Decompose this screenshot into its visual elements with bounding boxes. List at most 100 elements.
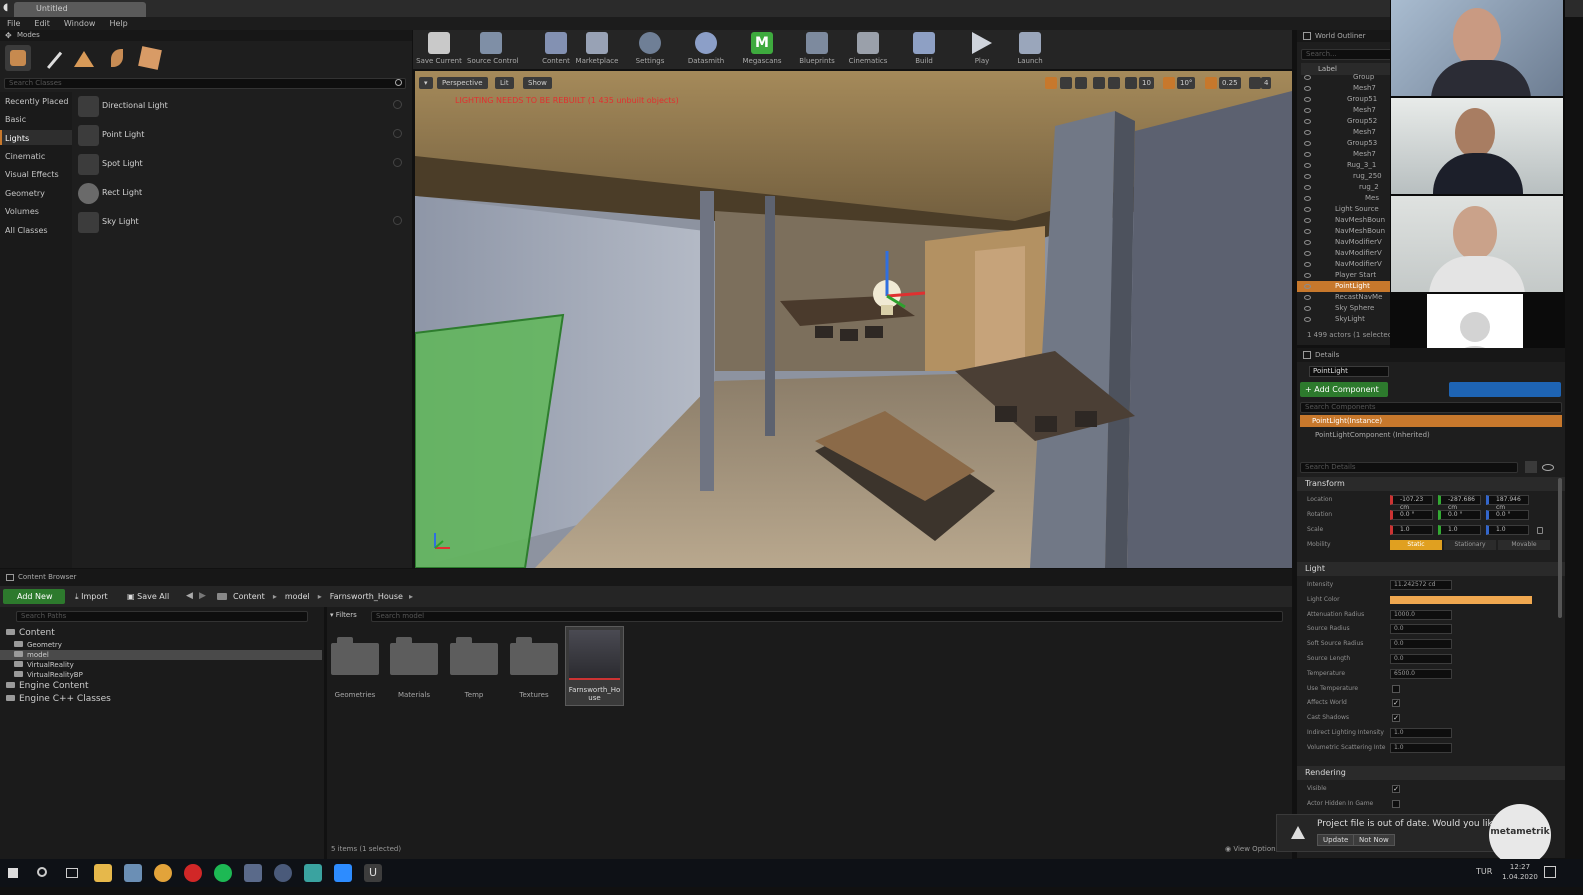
filters-button[interactable]: ▾ Filters (330, 610, 357, 621)
rendering-property-checkbox[interactable] (1392, 800, 1400, 808)
light-property-value[interactable]: 0.0 (1390, 624, 1452, 635)
megascans-button[interactable]: M Megascans (738, 32, 786, 68)
participant-video-3[interactable] (1391, 196, 1563, 292)
mobility-static[interactable]: Static (1390, 540, 1442, 550)
play-button[interactable]: Play (958, 32, 1006, 68)
folder-temp[interactable]: Temp (448, 631, 500, 701)
cinematics-button[interactable]: Cinematics (844, 32, 892, 68)
tree-folder-item[interactable]: Engine Content (0, 680, 322, 693)
app-icon-3[interactable] (274, 864, 292, 882)
build-button[interactable]: Build (900, 32, 948, 68)
breadcrumb-model[interactable]: model (285, 592, 310, 601)
blueprints-button[interactable]: Blueprints (793, 32, 841, 68)
datasmith-button[interactable]: Datasmith (682, 32, 730, 68)
search-classes-input[interactable]: Search Classes (4, 78, 406, 89)
eye-icon[interactable] (1304, 174, 1311, 179)
zoom-icon[interactable] (334, 864, 352, 882)
help-icon[interactable] (393, 129, 402, 138)
grid-snap-icon[interactable] (1125, 77, 1137, 89)
grid-snap-value[interactable]: 10 (1139, 77, 1154, 89)
eye-icon[interactable] (1304, 251, 1311, 256)
light-property-checkbox[interactable] (1392, 684, 1400, 693)
add-new-button[interactable]: Add New (3, 589, 65, 604)
light-property-checkbox[interactable]: ✓ (1392, 699, 1400, 708)
details-grid-icon[interactable] (1525, 461, 1537, 473)
eye-icon[interactable] (1304, 119, 1311, 124)
rendering-section[interactable]: Rendering (1297, 766, 1565, 780)
details-scrollbar[interactable] (1558, 478, 1562, 618)
place-mode-icon[interactable] (5, 45, 31, 71)
tree-folder-item[interactable]: Engine C++ Classes (0, 693, 322, 706)
eye-icon[interactable] (1304, 152, 1311, 157)
category-cinematic[interactable]: Cinematic (5, 152, 45, 161)
folder-geometries[interactable]: Geometries (329, 631, 381, 701)
back-icon[interactable]: ◀ (186, 589, 193, 604)
angle-snap-icon[interactable] (1163, 77, 1175, 89)
search-icon[interactable] (37, 867, 47, 877)
unreal-engine-icon[interactable]: U (364, 864, 382, 882)
location-x[interactable]: -107.23 cm (1390, 495, 1433, 511)
import-button[interactable]: ⤓ Import (75, 589, 108, 604)
paint-mode-icon[interactable] (37, 45, 63, 71)
translate-tool-icon[interactable] (1045, 77, 1057, 89)
breadcrumb-farnsworth[interactable]: Farnsworth_House (330, 592, 403, 601)
view-options-button[interactable]: ◉ View Options (1225, 845, 1279, 853)
rotation-y[interactable]: 0.0 ° (1438, 510, 1481, 520)
opera-icon[interactable] (184, 864, 202, 882)
foliage-mode-icon[interactable] (104, 45, 130, 71)
tree-folder-item[interactable]: model (0, 650, 322, 660)
search-paths-input[interactable]: Search Paths (16, 611, 308, 622)
camera-speed-value[interactable]: 4 (1261, 77, 1272, 89)
menu-window[interactable]: Window (57, 17, 103, 30)
menu-edit[interactable]: Edit (27, 17, 57, 30)
eye-icon[interactable] (1304, 295, 1311, 300)
save-all-button[interactable]: ▣ Save All (127, 589, 169, 604)
asset-farnsworth-house[interactable]: Farnsworth_House (565, 626, 624, 706)
mobility-movable[interactable]: Movable (1498, 540, 1550, 550)
search-details-input[interactable]: Search Details (1300, 462, 1518, 473)
menu-file[interactable]: File (0, 17, 27, 30)
rotate-tool-icon[interactable] (1060, 77, 1072, 89)
unreal-logo-icon[interactable]: ◖ (3, 2, 13, 14)
update-button[interactable]: Update (1317, 834, 1355, 846)
eye-icon[interactable] (1304, 108, 1311, 113)
participant-video-2[interactable] (1391, 98, 1563, 194)
scale-snap-icon[interactable] (1205, 77, 1217, 89)
help-icon[interactable] (393, 216, 402, 225)
eye-icon[interactable] (1304, 218, 1311, 223)
scale-tool-icon[interactable] (1075, 77, 1087, 89)
light-property-checkbox[interactable]: ✓ (1392, 714, 1400, 723)
file-explorer-icon[interactable] (94, 864, 112, 882)
camera-speed-icon[interactable] (1249, 77, 1261, 89)
scale-z[interactable]: 1.0 (1486, 525, 1529, 535)
light-property-value[interactable]: 11.242572 cd (1390, 580, 1452, 590)
eye-icon[interactable] (1304, 130, 1311, 135)
eye-icon[interactable] (1304, 284, 1311, 289)
category-volumes[interactable]: Volumes (5, 207, 39, 216)
directional-light-item[interactable]: Directional Light (74, 93, 406, 121)
category-geometry[interactable]: Geometry (5, 189, 45, 198)
marketplace-button[interactable]: Marketplace (573, 32, 621, 68)
category-recently-placed[interactable]: Recently Placed (5, 97, 69, 106)
eye-icon[interactable] (1304, 262, 1311, 267)
light-property-value[interactable]: 1.0 (1390, 728, 1452, 738)
windows-start-icon[interactable] (8, 868, 18, 878)
eye-icon[interactable] (1304, 240, 1311, 245)
eye-icon[interactable] (1304, 141, 1311, 146)
eye-icon[interactable] (1304, 317, 1311, 322)
eye-icon[interactable] (1304, 229, 1311, 234)
point-light-item[interactable]: Point Light (74, 122, 406, 150)
help-icon[interactable] (393, 158, 402, 167)
source-control-button[interactable]: Source Control (467, 32, 519, 68)
eye-icon[interactable] (1304, 75, 1311, 80)
not-now-button[interactable]: Not Now (1353, 834, 1395, 846)
geometry-mode-icon[interactable] (137, 45, 163, 71)
rendering-property-checkbox[interactable]: ✓ (1392, 785, 1400, 793)
lit-button[interactable]: Lit (495, 77, 514, 89)
location-z[interactable]: 187.946 cm (1486, 495, 1529, 511)
light-property-value[interactable]: 1.0 (1390, 742, 1452, 753)
tree-folder-item[interactable]: Geometry (0, 640, 322, 650)
help-icon[interactable] (393, 100, 402, 109)
app-icon-4[interactable] (304, 864, 322, 882)
light-property-value[interactable]: 0.0 (1390, 639, 1452, 650)
